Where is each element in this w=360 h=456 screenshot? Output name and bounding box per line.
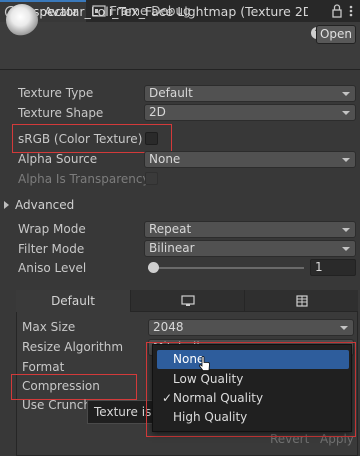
- wrap-mode-dropdown[interactable]: Repeat: [144, 221, 356, 238]
- platform-tab-android[interactable]: [245, 290, 358, 312]
- aniso-slider-handle[interactable]: [147, 262, 159, 273]
- filter-mode-label: Filter Mode: [18, 242, 85, 256]
- texture-thumbnail: [6, 4, 38, 36]
- monitor-icon: [180, 295, 195, 306]
- advanced-label: Advanced: [15, 198, 75, 212]
- checkmark-icon: ✓: [162, 391, 173, 405]
- menu-item-label: Normal Quality: [173, 391, 264, 405]
- mouse-cursor-icon: [199, 356, 210, 371]
- advanced-foldout[interactable]: Advanced: [4, 196, 74, 214]
- max-size-label: Max Size: [22, 320, 76, 334]
- asset-header: [0, 22, 360, 70]
- srgb-checkbox[interactable]: [145, 132, 158, 145]
- texture-shape-label: Texture Shape: [18, 106, 104, 120]
- menu-item-low-quality[interactable]: Low Quality: [157, 370, 349, 389]
- alpha-source-label: Alpha Source: [18, 152, 98, 166]
- resize-algorithm-label: Resize Algorithm: [22, 340, 124, 354]
- compression-label: Compression: [22, 379, 100, 393]
- texture-type-dropdown[interactable]: Default: [144, 85, 356, 102]
- menu-item-normal-quality[interactable]: ✓ Normal Quality: [157, 389, 349, 408]
- platform-tab-default[interactable]: Default: [16, 290, 130, 312]
- aniso-level-field[interactable]: 1: [310, 259, 356, 276]
- asset-title: Avatar_Loli_Tex_Face Lightmap (Texture 2…: [44, 4, 308, 19]
- menu-item-high-quality[interactable]: High Quality: [157, 408, 349, 427]
- max-size-dropdown[interactable]: 2048: [148, 319, 354, 336]
- use-crunch-label: Use Crunch: [22, 398, 91, 412]
- foldout-arrow-icon: [4, 201, 9, 209]
- aniso-slider-track[interactable]: [148, 267, 304, 269]
- compression-menu: None Low Quality ✓ Normal Quality High Qu…: [152, 344, 352, 432]
- wrap-mode-label: Wrap Mode: [18, 222, 86, 236]
- alpha-source-dropdown[interactable]: None: [144, 151, 356, 168]
- menu-item-none[interactable]: None: [157, 350, 349, 369]
- menu-item-label: High Quality: [173, 410, 248, 424]
- alpha-is-transparency-label: Alpha Is Transparency: [18, 172, 150, 186]
- android-icon: [295, 295, 308, 307]
- filter-mode-dropdown[interactable]: Bilinear: [144, 240, 356, 257]
- open-button[interactable]: Open: [316, 25, 356, 44]
- platform-tab-standalone[interactable]: [131, 290, 244, 312]
- aniso-level-label: Aniso Level: [18, 261, 87, 275]
- texture-shape-dropdown[interactable]: 2D: [144, 104, 356, 121]
- texture-type-label: Texture Type: [18, 86, 94, 100]
- window-menu-icon[interactable]: [348, 3, 354, 19]
- menu-item-label: Low Quality: [173, 372, 244, 386]
- alpha-is-transparency-checkbox: [145, 172, 158, 185]
- srgb-label: sRGB (Color Texture): [18, 132, 143, 146]
- lock-icon[interactable]: [331, 3, 343, 19]
